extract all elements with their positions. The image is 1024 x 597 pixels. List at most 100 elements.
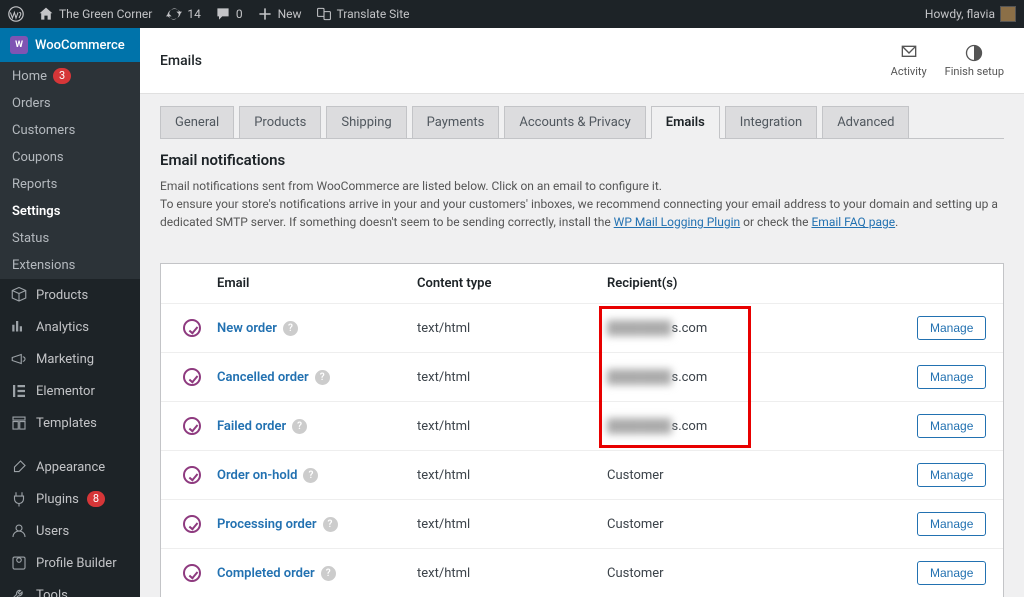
email-name-link[interactable]: Completed order? (217, 566, 417, 581)
chart-icon (10, 318, 28, 336)
help-icon[interactable]: ? (292, 419, 307, 434)
wp-logo[interactable] (8, 6, 24, 22)
section-desc-1: Email notifications sent from WooCommerc… (160, 177, 1004, 195)
manage-button[interactable]: Manage (917, 512, 986, 536)
manage-button[interactable]: Manage (917, 561, 986, 585)
section-intro: Email notifications Email notifications … (140, 139, 1024, 251)
sidebar-item-products[interactable]: Products (0, 279, 140, 311)
table-row: Failed order?text/html███████s.comManage (161, 401, 1003, 450)
email-name-link[interactable]: New order? (217, 321, 417, 336)
sidebar-sub-coupons[interactable]: Coupons (0, 144, 140, 171)
tab-accounts-privacy[interactable]: Accounts & Privacy (504, 106, 645, 138)
table-row: Cancelled order?text/html███████s.comMan… (161, 352, 1003, 401)
profile-icon (10, 554, 28, 572)
section-heading: Email notifications (160, 151, 1004, 169)
sidebar-item-profile-builder[interactable]: Profile Builder (0, 547, 140, 579)
manage-button[interactable]: Manage (917, 316, 986, 340)
sidebar-sub-orders[interactable]: Orders (0, 90, 140, 117)
sidebar-item-tools[interactable]: Tools (0, 579, 140, 597)
sidebar-item-users[interactable]: Users (0, 515, 140, 547)
tab-emails[interactable]: Emails (651, 106, 720, 139)
translate-label: Translate Site (337, 7, 410, 21)
tab-shipping[interactable]: Shipping (326, 106, 406, 138)
manage-button[interactable]: Manage (917, 414, 986, 438)
tab-advanced[interactable]: Advanced (822, 106, 909, 138)
templates-icon (10, 414, 28, 432)
email-faq-link[interactable]: Email FAQ page (811, 215, 895, 229)
status-enabled-icon (183, 564, 201, 582)
sidebar-highlight-woocommerce[interactable]: W WooCommerce (0, 28, 140, 62)
help-icon[interactable]: ? (323, 517, 338, 532)
new-link[interactable]: New (257, 6, 302, 22)
site-name: The Green Corner (59, 7, 152, 21)
tab-products[interactable]: Products (239, 106, 321, 138)
recipients-cell: Customer (607, 566, 917, 581)
howdy-link[interactable]: Howdy, flavia (925, 6, 1016, 22)
updates-link[interactable]: 14 (166, 6, 201, 22)
col-recipients: Recipient(s) (607, 276, 917, 291)
sidebar-item-analytics[interactable]: Analytics (0, 311, 140, 343)
box-icon (10, 286, 28, 304)
plug-icon (10, 490, 28, 508)
manage-button[interactable]: Manage (917, 365, 986, 389)
wrench-icon (10, 586, 28, 597)
content-type: text/html (417, 566, 607, 581)
recipients-cell: ███████s.com (607, 369, 917, 385)
content-area: Emails Activity Finish setup GeneralProd… (140, 28, 1024, 597)
sidebar-item-appearance[interactable]: Appearance (0, 451, 140, 483)
finish-setup-label: Finish setup (945, 65, 1004, 78)
sidebar-item-plugins[interactable]: Plugins8 (0, 483, 140, 515)
help-icon[interactable]: ? (283, 321, 298, 336)
users-icon (10, 522, 28, 540)
sidebar-item-elementor[interactable]: Elementor (0, 375, 140, 407)
sidebar-sub-reports[interactable]: Reports (0, 171, 140, 198)
comments-count: 0 (236, 7, 243, 21)
sidebar-item-templates[interactable]: Templates (0, 407, 140, 439)
admin-sidebar: W WooCommerce Home3OrdersCustomersCoupon… (0, 28, 140, 597)
content-type: text/html (417, 419, 607, 434)
sidebar-sub-home[interactable]: Home3 (0, 62, 140, 90)
sidebar-sub-status[interactable]: Status (0, 225, 140, 252)
megaphone-icon (10, 350, 28, 368)
howdy-text: Howdy, flavia (925, 7, 995, 21)
content-type: text/html (417, 468, 607, 483)
content-type: text/html (417, 370, 607, 385)
help-icon[interactable]: ? (315, 370, 330, 385)
updates-count: 14 (187, 7, 201, 21)
content-type: text/html (417, 517, 607, 532)
email-name-link[interactable]: Order on-hold? (217, 468, 417, 483)
translate-link[interactable]: Translate Site (316, 6, 410, 22)
recipients-cell: Customer (607, 517, 917, 532)
sidebar-highlight-label: WooCommerce (35, 38, 125, 53)
help-icon[interactable]: ? (303, 468, 318, 483)
site-link[interactable]: The Green Corner (38, 6, 152, 22)
page-header: Emails Activity Finish setup (140, 28, 1024, 94)
tab-general[interactable]: General (160, 106, 234, 138)
sidebar-sub-settings[interactable]: Settings (0, 198, 140, 225)
brush-icon (10, 458, 28, 476)
avatar (1000, 6, 1016, 22)
recipients-cell: Customer (607, 468, 917, 483)
status-enabled-icon (183, 319, 201, 337)
sidebar-sub-extensions[interactable]: Extensions (0, 252, 140, 279)
email-name-link[interactable]: Cancelled order? (217, 370, 417, 385)
woocommerce-icon: W (10, 36, 28, 54)
elementor-icon (10, 382, 28, 400)
table-row: Order on-hold?text/htmlCustomerManage (161, 450, 1003, 499)
manage-button[interactable]: Manage (917, 463, 986, 487)
wp-mail-logging-link[interactable]: WP Mail Logging Plugin (614, 215, 740, 229)
activity-label: Activity (891, 65, 927, 78)
email-name-link[interactable]: Failed order? (217, 419, 417, 434)
tab-payments[interactable]: Payments (412, 106, 500, 138)
table-header: Email Content type Recipient(s) (161, 264, 1003, 303)
tab-integration[interactable]: Integration (725, 106, 817, 138)
help-icon[interactable]: ? (321, 566, 336, 581)
status-enabled-icon (183, 515, 201, 533)
finish-setup-button[interactable]: Finish setup (945, 43, 1004, 78)
sidebar-item-marketing[interactable]: Marketing (0, 343, 140, 375)
email-name-link[interactable]: Processing order? (217, 517, 417, 532)
comments-link[interactable]: 0 (215, 6, 243, 22)
activity-button[interactable]: Activity (891, 43, 927, 78)
page-title: Emails (160, 53, 202, 69)
sidebar-sub-customers[interactable]: Customers (0, 117, 140, 144)
